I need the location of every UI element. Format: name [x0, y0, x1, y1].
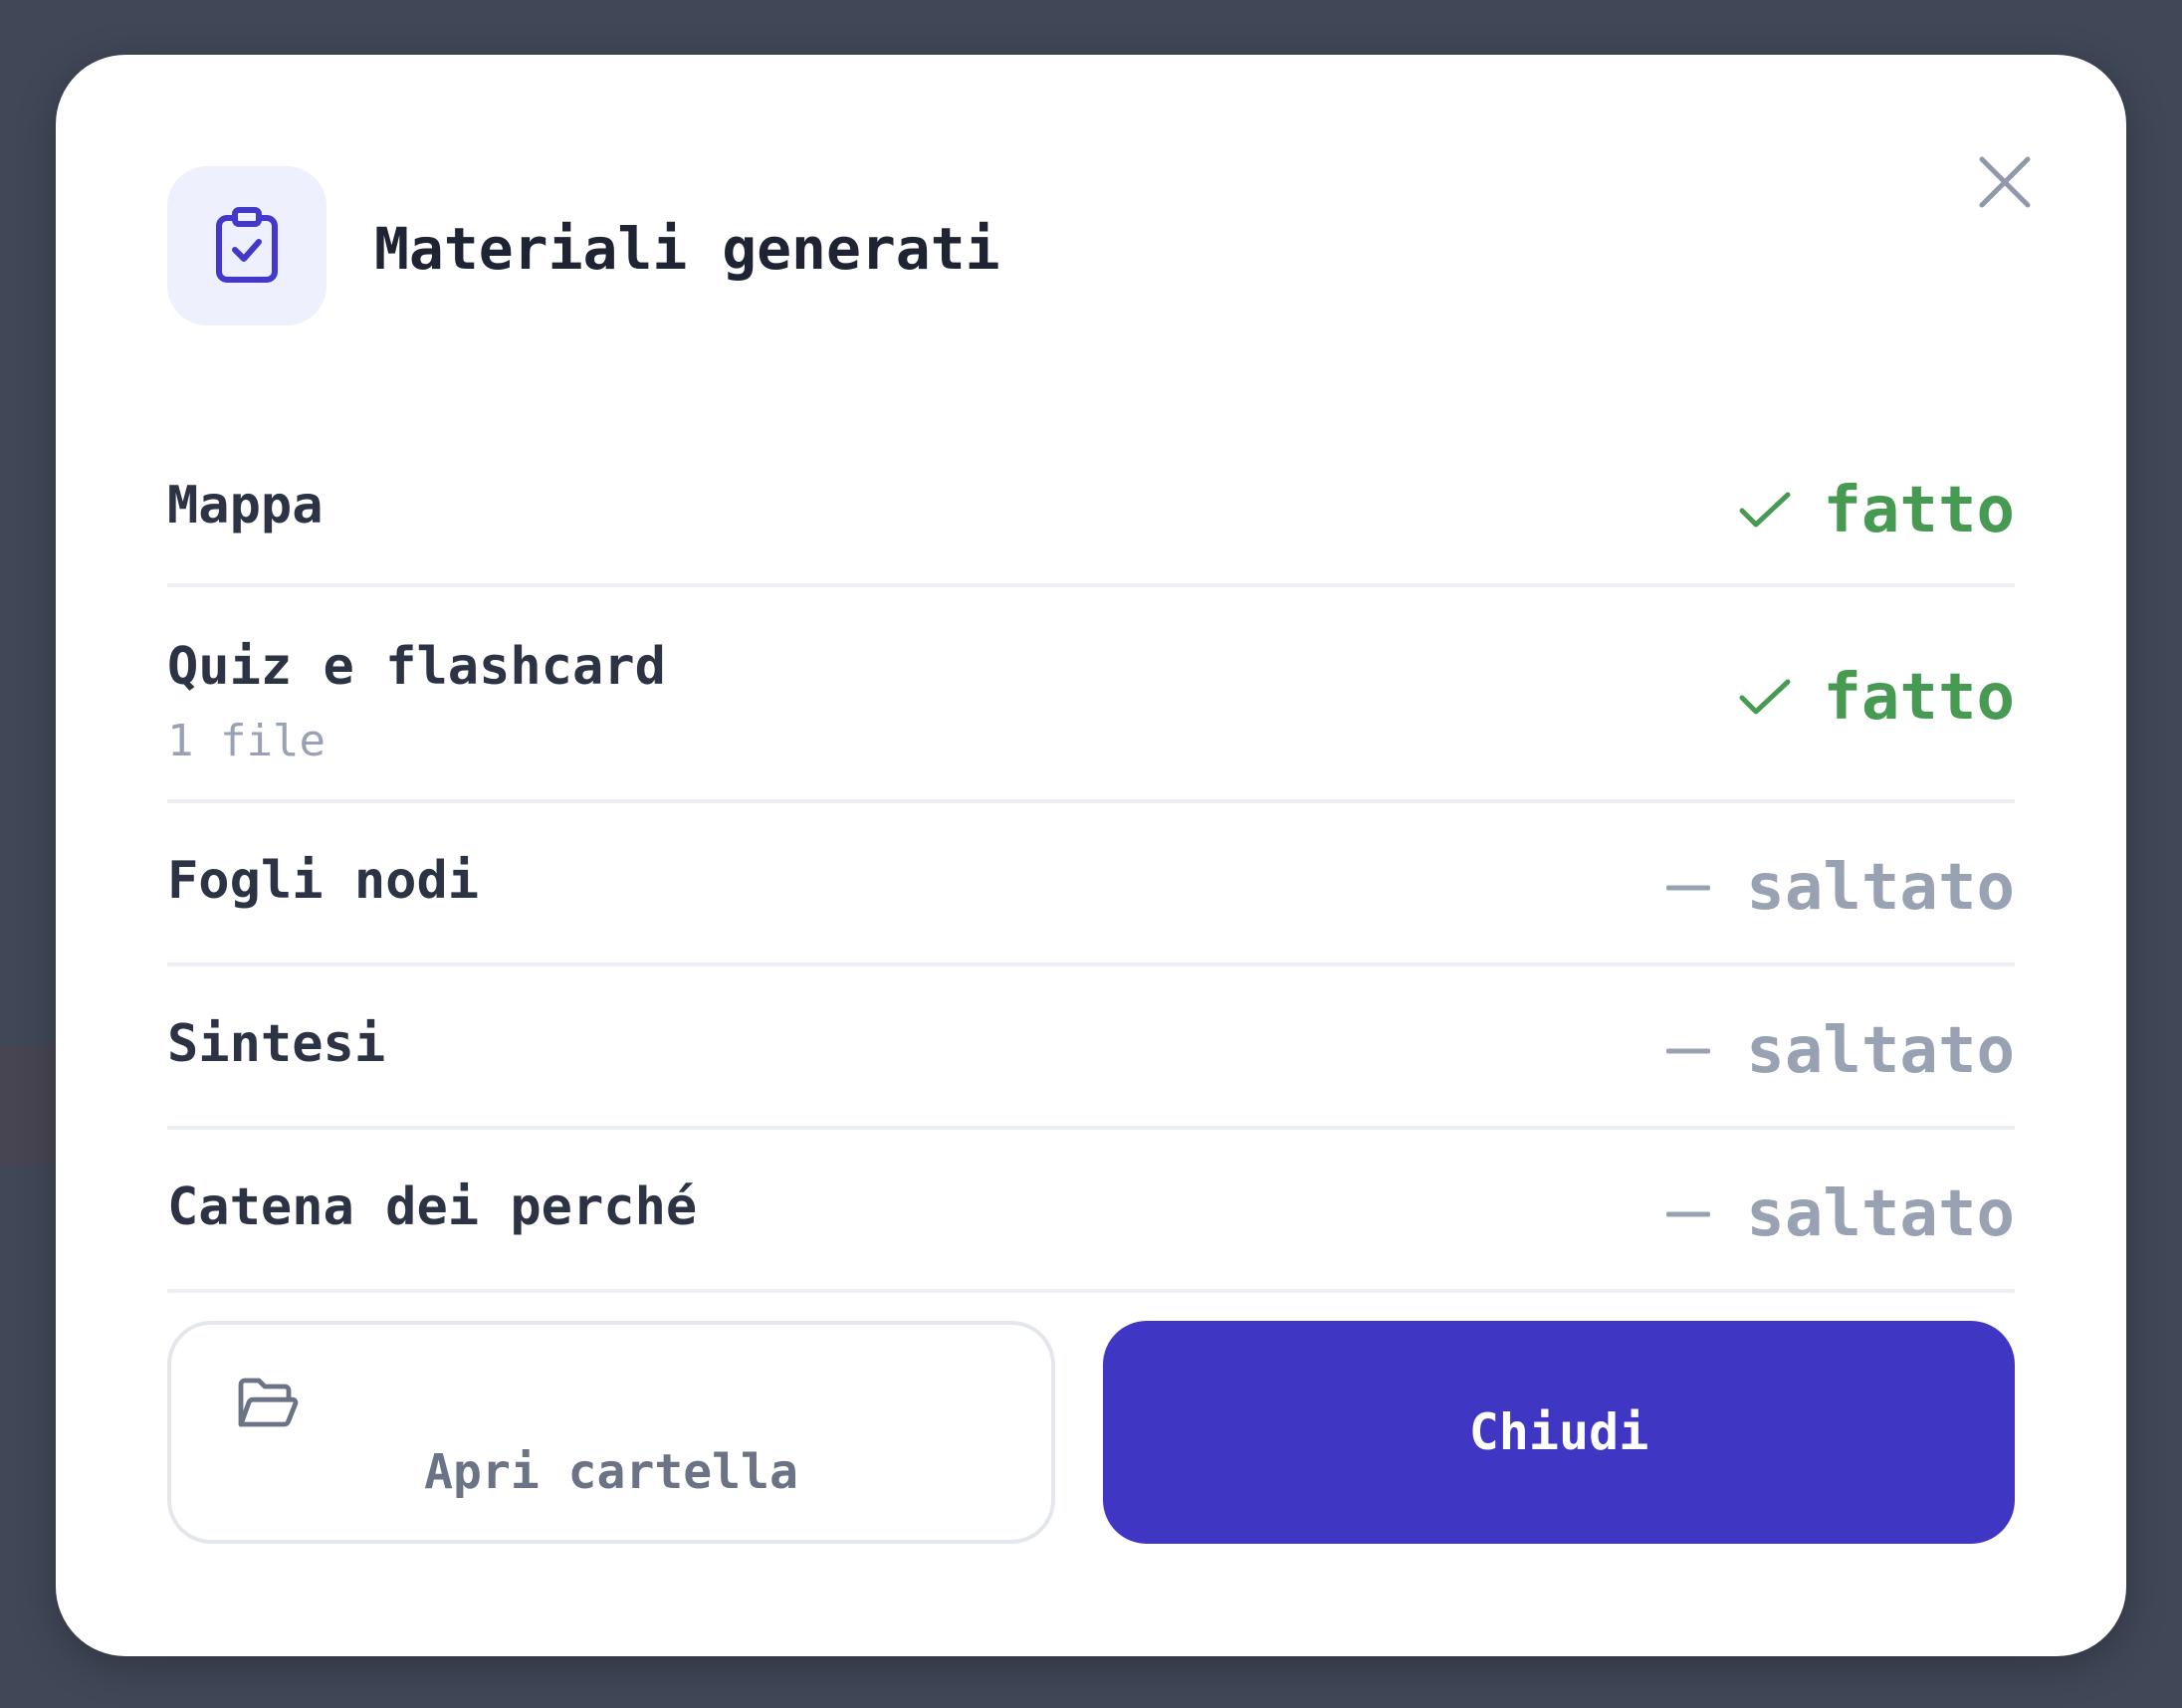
- status-text: saltato: [1746, 851, 2015, 925]
- list-item-quiz: Quiz e flashcard 1 file fatto: [167, 587, 2015, 803]
- item-label: Sintesi: [167, 1014, 386, 1074]
- item-label: Fogli nodi: [167, 851, 480, 911]
- dialog-title: Materiali generati: [374, 215, 1000, 283]
- status-badge: fatto: [1735, 663, 2015, 733]
- check-icon: [1735, 481, 1795, 540]
- status-badge: saltato: [1658, 1179, 2015, 1249]
- open-folder-button[interactable]: Apri cartella: [167, 1321, 1055, 1544]
- status-text: fatto: [1823, 474, 2015, 547]
- item-label: Catena dei perché: [167, 1177, 698, 1237]
- status-text: saltato: [1746, 1177, 2015, 1251]
- folder-open-icon: [238, 1378, 299, 1427]
- status-badge: saltato: [1658, 1016, 2015, 1086]
- dash-icon: [1658, 1184, 1718, 1244]
- materials-dialog: Materiali generati Mappa fatto Quiz e fl…: [56, 55, 2126, 1656]
- dash-icon: [1658, 858, 1718, 918]
- close-button[interactable]: [1967, 144, 2043, 220]
- close-dialog-button[interactable]: Chiudi: [1103, 1321, 2015, 1544]
- item-sublabel: 1 file: [167, 716, 326, 766]
- status-text: saltato: [1746, 1014, 2015, 1088]
- list-item-sintesi: Sintesi saltato: [167, 966, 2015, 1130]
- list-item-catena: Catena dei perché saltato: [167, 1130, 2015, 1293]
- list-item-fogli-nodi: Fogli nodi saltato: [167, 803, 2015, 966]
- open-folder-label: Apri cartella: [424, 1444, 798, 1500]
- header-icon-box: [167, 166, 327, 325]
- status-badge: fatto: [1735, 476, 2015, 545]
- item-label: Quiz e flashcard: [167, 637, 666, 697]
- close-icon: [1979, 156, 2031, 208]
- list-item-mappa: Mappa fatto: [167, 423, 2015, 587]
- item-label: Mappa: [167, 476, 324, 535]
- backdrop-shape: [0, 1045, 56, 1165]
- materials-list: Mappa fatto Quiz e flashcard 1 file fatt…: [167, 423, 2015, 1293]
- status-badge: saltato: [1658, 853, 2015, 923]
- check-icon: [1735, 668, 1795, 728]
- clipboard-check-icon: [216, 207, 278, 283]
- dash-icon: [1658, 1021, 1718, 1081]
- status-text: fatto: [1823, 661, 2015, 735]
